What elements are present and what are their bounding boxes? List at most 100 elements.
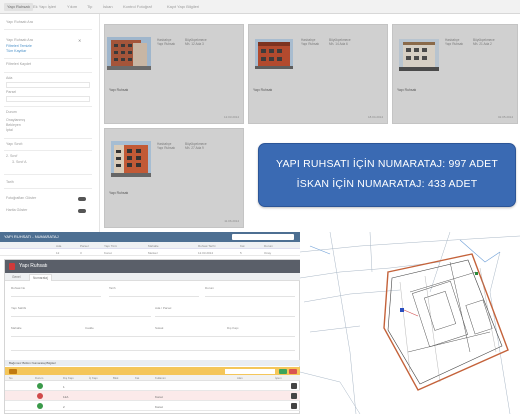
edit-icon[interactable] — [9, 368, 17, 374]
grid-col-header[interactable]: Ruhsat Tarihi — [198, 244, 215, 248]
section-header: Bağımsız Bölüm Numarataj Bilgileri — [5, 360, 300, 366]
durum-option[interactable]: Bekleyen — [6, 123, 21, 127]
map-canvas[interactable] — [300, 232, 520, 414]
divider — [4, 188, 92, 189]
field-input[interactable] — [109, 296, 199, 297]
parsel-input[interactable] — [6, 96, 90, 102]
tab-yikim[interactable]: Yıkım — [64, 3, 80, 11]
row-action-button[interactable] — [291, 403, 297, 409]
record-card[interactable]: Hasbahçe Yapı Ruhsatı Büyükçekmece Mh. 14 … — [248, 24, 388, 124]
clear-filters-link[interactable]: Filtreleri Temizle — [6, 44, 32, 48]
durum-option[interactable]: İptal — [6, 128, 13, 132]
search-input[interactable] — [232, 234, 294, 240]
record-card[interactable]: Hasbahçe Yapı Ruhsatı Büyükçekmece Mh. 21 … — [392, 24, 518, 124]
records-gallery-view: Yapı Ruhsatı Ek Yapı İşleri Yıkım Tip İs… — [0, 0, 520, 232]
edit-dialog: Yapı Ruhsatı Genel Numarataj Ruhsat No T… — [4, 259, 300, 414]
divider — [4, 138, 92, 139]
filter-title: Yapı Ruhsatı Ara — [6, 20, 33, 24]
tree-item[interactable]: 3. Sınıf A — [12, 160, 27, 164]
field-input[interactable] — [11, 316, 151, 317]
tree-item[interactable]: 2. Sınıf — [6, 154, 17, 158]
selected-parcel-marker[interactable] — [400, 308, 404, 312]
grid-cell: 5 — [240, 250, 242, 255]
grid-col-header[interactable]: Yapı Türü — [104, 244, 117, 248]
subgrid-col-header[interactable]: Dış Kapı — [63, 376, 74, 380]
grid-cell: 12 — [56, 250, 60, 255]
record-card[interactable]: Hasbahçe Yapı Ruhsatı Büyükçekmece Mh. 12 … — [104, 24, 244, 124]
row-action-button[interactable] — [291, 383, 297, 389]
table-row[interactable]: 2 Konut — [5, 401, 300, 411]
table-row[interactable]: 12A Konut — [5, 391, 300, 401]
tab-numarataj[interactable]: Numarataj — [29, 274, 52, 281]
status-badge — [37, 393, 43, 399]
tarih-label: Tarih — [6, 180, 14, 184]
grid-cell: Onay — [264, 250, 272, 255]
subgrid-search-input[interactable] — [225, 368, 275, 374]
card-meta-type: Hasbahçe Yapı Ruhsatı — [157, 142, 176, 150]
divider — [4, 29, 92, 30]
grid-col-header[interactable]: Ada — [56, 244, 61, 248]
card-meta-location: Büyükçekmece Mh. 21 Ada 2 — [473, 38, 495, 46]
photos-toggle[interactable] — [78, 197, 86, 201]
record-card[interactable]: Hasbahçe Yapı Ruhsatı Büyükçekmece Mh. 27 … — [104, 128, 244, 228]
grid-cell: Konut — [104, 250, 112, 255]
tab-yapi-ruhsati[interactable]: Yapı Ruhsatı — [4, 3, 33, 11]
card-meta-location: Büyükçekmece Mh. 14 Ada 6 — [329, 38, 351, 46]
subgrid-col-header[interactable]: No — [9, 376, 13, 380]
ada-label: Ada — [6, 76, 13, 80]
document-icon — [9, 263, 15, 270]
banner-line-occupancy: İSKAN İÇİN NUMARATAJ: 433 ADET — [296, 178, 478, 190]
card-meta-type: Hasbahçe Yapı Ruhsatı — [157, 38, 176, 46]
grid-col-header[interactable]: Parsel — [80, 244, 89, 248]
tab-genel[interactable]: Genel — [9, 274, 24, 281]
field-input[interactable] — [11, 336, 295, 337]
close-icon[interactable]: ✕ — [78, 38, 81, 43]
durum-label: Durum — [6, 110, 17, 114]
add-button[interactable] — [279, 368, 287, 374]
card-title: Yapı Ruhsatı — [109, 191, 129, 195]
field-label: Dış Kapı — [227, 326, 239, 330]
numarataj-summary-banner: YAPI RUHSATI İÇİN NUMARATAJ: 997 ADET İS… — [258, 143, 516, 207]
field-input[interactable] — [11, 296, 101, 297]
subgrid-col-header[interactable]: İç Kapı — [89, 376, 98, 380]
row-action-button[interactable] — [291, 393, 297, 399]
table-row[interactable]: 1 — [5, 381, 300, 391]
map-toggle[interactable] — [78, 209, 86, 213]
map-marker[interactable] — [475, 272, 478, 275]
field-label: Ada / Parsel — [155, 306, 172, 310]
tab-tip[interactable]: Tip — [84, 3, 95, 11]
subgrid-col-header[interactable]: Blok — [113, 376, 118, 380]
status-badge — [37, 403, 43, 409]
grid-col-header[interactable]: Mahalle — [148, 244, 159, 248]
subgrid-col-header[interactable]: Kullanım — [155, 376, 166, 380]
grid-col-header[interactable]: Kat — [240, 244, 245, 248]
section-title: Bağımsız Bölüm Numarataj Bilgileri — [9, 361, 57, 365]
cadastral-map[interactable] — [300, 232, 520, 414]
building-photo — [107, 37, 151, 70]
subgrid-col-header[interactable]: Durum — [35, 376, 43, 380]
grid-cell: 12.03.2014 — [198, 250, 214, 255]
ada-input[interactable] — [6, 82, 90, 88]
subgrid-col-header[interactable]: Kat — [135, 376, 139, 380]
filter-panel: Yapı Ruhsatı Ara Yapı Ruhsatı Ara ✕ Filt… — [0, 14, 100, 232]
field-label: Mahalle — [11, 326, 22, 330]
cell-kullanim: Konut — [155, 394, 163, 399]
table-row[interactable]: 12 3 Konut Merkez 12.03.2014 5 Onay — [0, 249, 300, 256]
building-photo — [255, 39, 293, 69]
field-input[interactable] — [205, 296, 295, 297]
tab-iskan[interactable]: İskan — [100, 3, 116, 11]
dialog-title: Yapı Ruhsatı — [19, 263, 48, 269]
delete-button[interactable] — [289, 368, 297, 374]
card-title: Yapı Ruhsatı — [253, 88, 273, 92]
all-records-link[interactable]: Tüm Kayıtlar — [6, 49, 26, 53]
tab-kontrol[interactable]: Kontrol Fotoğraf — [120, 3, 155, 11]
durum-option[interactable]: Onaylanmış — [6, 118, 25, 122]
card-title: Yapı Ruhsatı — [397, 88, 417, 92]
save-filters-link[interactable]: Filtreleri Kaydet — [6, 62, 31, 66]
tab-kayit[interactable]: Kayıt Yapı Bilgileri — [164, 3, 202, 11]
subgrid-col-header[interactable]: İşlem — [275, 376, 282, 380]
grid-col-header[interactable]: Durum — [264, 244, 273, 248]
tab-ek-yapi[interactable]: Ek Yapı İşleri — [30, 3, 59, 11]
field-input[interactable] — [155, 316, 295, 317]
subgrid-col-header[interactable]: Alan — [237, 376, 243, 380]
